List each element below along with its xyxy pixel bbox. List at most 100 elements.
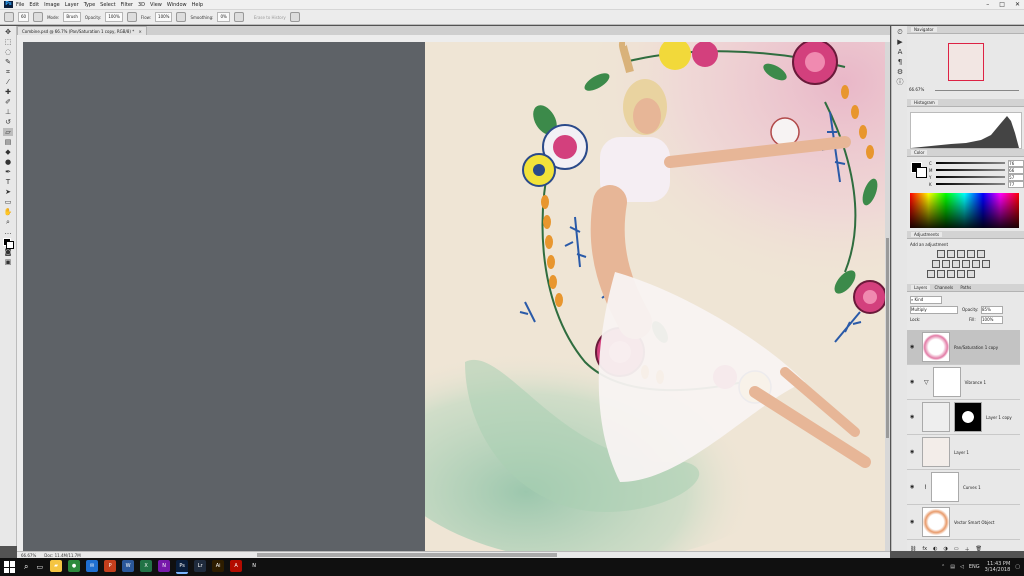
magenta-slider[interactable]: M 66 [929, 166, 1024, 174]
hand-tool-icon[interactable]: ✋ [3, 208, 13, 216]
navigator-zoom-slider[interactable] [935, 90, 1019, 91]
airbrush-icon[interactable] [176, 12, 187, 22]
eye-icon[interactable]: ◉ [910, 379, 916, 385]
layer-filter-kind[interactable]: ⌕ Kind [910, 296, 942, 304]
eye-icon[interactable]: ◉ [910, 519, 916, 525]
layer-row[interactable]: ◉ ▽ Vibrance 1 [907, 365, 1020, 400]
vibrance-icon[interactable] [977, 250, 985, 258]
actions-panel-icon[interactable]: ▶ [895, 38, 905, 46]
layer-style-icon[interactable]: fx [922, 546, 927, 552]
layer-name[interactable]: Layer 1 copy [986, 415, 1012, 420]
color-swatches-icon[interactable] [3, 238, 14, 249]
network-icon[interactable]: ▤ [950, 564, 955, 570]
hue-saturation-icon[interactable] [932, 260, 940, 268]
taskbar-app-photoshop[interactable]: Ps [176, 560, 189, 574]
color-spectrum[interactable] [910, 193, 1019, 228]
layer-name[interactable]: Layer 1 [954, 450, 969, 455]
yellow-slider[interactable]: Y 57 [929, 173, 1024, 181]
taskbar-app-excel[interactable]: X [140, 560, 153, 572]
vertical-scroll-thumb[interactable] [886, 238, 889, 438]
erase-to-history-checkbox[interactable]: Erase to History [254, 15, 286, 20]
type-tool-icon[interactable]: T [3, 178, 13, 186]
taskbar-app-chrome[interactable]: ● [68, 560, 81, 572]
quick-select-tool-icon[interactable]: ✎ [3, 58, 13, 66]
navigator-zoom[interactable]: 66.67% [909, 87, 924, 92]
layer-row[interactable]: ◉ Pan/Saturation 1 copy [907, 330, 1020, 365]
taskbar-app-lightroom[interactable]: Lr [194, 560, 207, 572]
layer-opacity-field[interactable]: 85% [981, 306, 1003, 314]
brush-tool-icon[interactable]: ✐ [3, 98, 13, 106]
zoom-tool-icon[interactable]: ⌕ [3, 218, 13, 226]
paragraph-panel-icon[interactable]: ¶ [895, 58, 905, 66]
smoothing-field[interactable]: 0% [217, 12, 230, 22]
zoom-level[interactable]: 66.67% [21, 553, 36, 558]
color-tab[interactable]: Color [911, 150, 928, 155]
new-adjustment-icon[interactable]: ◑ [943, 546, 947, 552]
document-canvas[interactable] [425, 42, 885, 551]
selective-color-icon[interactable] [967, 270, 975, 278]
photo-filter-icon[interactable] [962, 260, 970, 268]
pressure-opacity-icon[interactable] [126, 12, 137, 22]
menu-help[interactable]: Help [192, 2, 203, 8]
layer-name[interactable]: Vector Smart Object [954, 520, 994, 525]
curves-icon[interactable] [957, 250, 965, 258]
menu-3d[interactable]: 3D [138, 2, 145, 8]
posterize-icon[interactable] [937, 270, 945, 278]
magenta-value[interactable]: 66 [1008, 166, 1024, 174]
menu-window[interactable]: Window [167, 2, 187, 8]
paths-tab[interactable]: Paths [957, 285, 974, 290]
threshold-icon[interactable] [947, 270, 955, 278]
taskbar-app-onenote[interactable]: N [158, 560, 171, 572]
eraser-tool-preset-icon[interactable] [4, 12, 14, 22]
gradient-map-icon[interactable] [957, 270, 965, 278]
opacity-field[interactable]: 100% [105, 12, 123, 22]
pressure-size-icon[interactable] [289, 12, 300, 22]
layers-tab[interactable]: Layers [911, 285, 931, 290]
clone-stamp-tool-icon[interactable]: ⊥ [3, 108, 13, 116]
black-value[interactable]: 77 [1008, 180, 1024, 188]
quick-mask-icon[interactable]: ◙ [3, 248, 13, 256]
properties-panel-icon[interactable]: ⚙ [895, 68, 905, 76]
add-mask-icon[interactable]: ◐ [933, 546, 937, 552]
cyan-value[interactable]: 76 [1008, 159, 1024, 167]
screen-mode-icon[interactable]: ▣ [3, 258, 13, 266]
blend-mode-select[interactable]: Multiply [910, 306, 958, 314]
adjustments-tab[interactable]: Adjustments [911, 232, 943, 237]
black-white-icon[interactable] [952, 260, 960, 268]
chevron-up-icon[interactable]: ⌃ [941, 564, 945, 570]
blur-tool-icon[interactable]: ◆ [3, 148, 13, 156]
taskbar-app-acrobat[interactable]: A [230, 560, 243, 572]
menu-edit[interactable]: Edit [29, 2, 39, 8]
lasso-tool-icon[interactable]: ◌ [3, 48, 13, 56]
eye-icon[interactable]: ◉ [910, 484, 916, 490]
minimize-button[interactable]: – [986, 0, 989, 9]
crop-tool-icon[interactable]: ⌗ [3, 68, 13, 76]
close-tab-icon[interactable]: × [139, 29, 142, 34]
navigator-thumbnail[interactable] [948, 43, 984, 81]
brightness-contrast-icon[interactable] [937, 250, 945, 258]
yellow-value[interactable]: 57 [1008, 173, 1024, 181]
eye-icon[interactable]: ◉ [910, 449, 916, 455]
new-layer-icon[interactable]: ＋ [965, 546, 970, 553]
eye-icon[interactable]: ◉ [910, 344, 916, 350]
close-button[interactable]: ✕ [1015, 0, 1020, 9]
taskbar-app-file-explorer[interactable]: ▰ [50, 560, 63, 572]
layer-name[interactable]: Curves 1 [963, 485, 981, 490]
mode-select[interactable]: Brush [63, 12, 81, 22]
menu-type[interactable]: Type [84, 2, 95, 8]
doc-info[interactable]: Doc: 11.4M/11.7M [44, 553, 80, 558]
flow-field[interactable]: 100% [155, 12, 173, 22]
black-slider[interactable]: K 77 [929, 180, 1024, 188]
volume-icon[interactable]: ◁ [960, 564, 964, 570]
invert-icon[interactable] [927, 270, 935, 278]
color-balance-icon[interactable] [942, 260, 950, 268]
menu-file[interactable]: File [16, 2, 24, 8]
pen-tool-icon[interactable]: ✒ [3, 168, 13, 176]
gradient-tool-icon[interactable]: ▤ [3, 138, 13, 146]
taskbar-app-mail[interactable]: ✉ [86, 560, 99, 572]
fill-field[interactable]: 100% [981, 316, 1003, 324]
color-lookup-icon[interactable] [982, 260, 990, 268]
vertical-scrollbar[interactable] [885, 42, 890, 551]
character-panel-icon[interactable]: A [895, 48, 905, 56]
marquee-tool-icon[interactable]: ⬚ [3, 38, 13, 46]
